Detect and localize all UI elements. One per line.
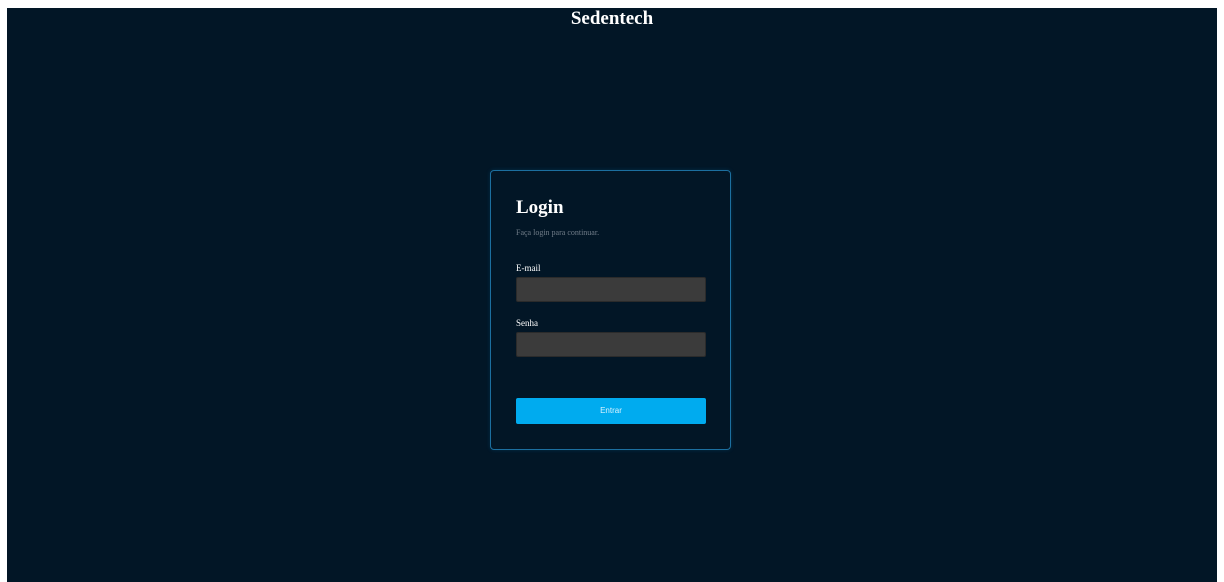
page-background: Sedentech Login Faça login para continua… bbox=[7, 8, 1217, 582]
app-title: Sedentech bbox=[570, 8, 654, 29]
email-field[interactable] bbox=[516, 277, 706, 302]
email-label: E-mail bbox=[516, 263, 541, 273]
password-field[interactable] bbox=[516, 332, 706, 357]
password-label: Senha bbox=[516, 318, 538, 328]
login-subtitle: Faça login para continuar. bbox=[516, 228, 600, 237]
login-button[interactable]: Entrar bbox=[516, 398, 706, 424]
login-title: Login bbox=[516, 197, 564, 218]
login-card: Login Faça login para continuar. E-mail … bbox=[490, 170, 731, 450]
